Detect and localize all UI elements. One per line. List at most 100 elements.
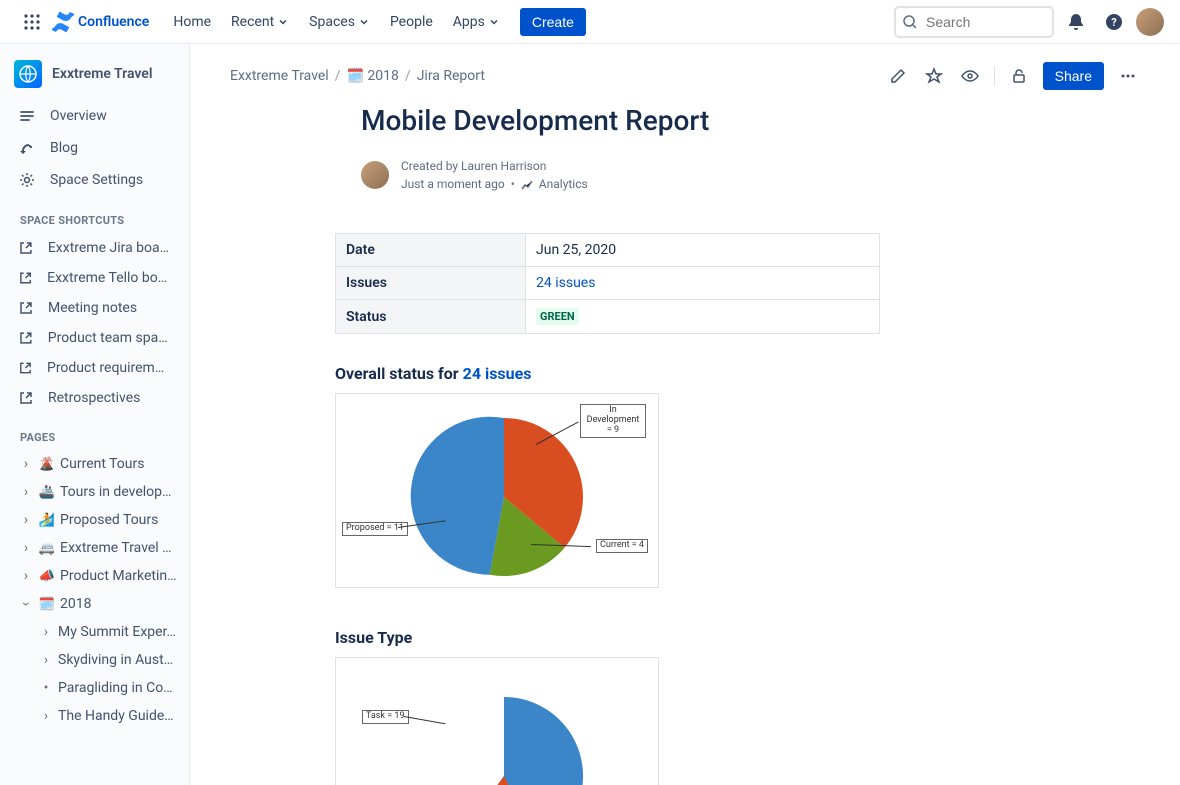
restrictions-icon[interactable] — [1007, 64, 1031, 88]
chevron-down-icon — [277, 16, 289, 28]
page-tours-dev[interactable]: › 🚢 Tours in develop… — [0, 478, 189, 506]
emoji-icon: 🏄 — [38, 513, 56, 528]
chevron-right-icon[interactable]: › — [18, 512, 34, 528]
shortcut-tello-board[interactable]: Exxtreme Tello board — [0, 263, 189, 293]
space-header[interactable]: Exxtreme Travel — [0, 44, 189, 100]
emoji-icon: 📣 — [38, 569, 56, 584]
page-actions: Share — [886, 62, 1140, 90]
page-exxtreme-travel[interactable]: › 🚐 Exxtreme Travel … — [0, 534, 189, 562]
pie-label-task: Task = 19 — [362, 710, 409, 724]
info-table: DateJun 25, 2020 Issues 24 issues StatusG… — [335, 233, 880, 334]
chevron-right-icon[interactable]: › — [18, 456, 34, 472]
shortcut-meeting-notes[interactable]: Meeting notes — [0, 293, 189, 323]
page-product-marketing[interactable]: › 📣 Product Marketin… — [0, 562, 189, 590]
crumb-space[interactable]: Exxtreme Travel — [230, 68, 329, 84]
bullet-icon: • — [38, 680, 54, 696]
byline-text: Created by Lauren Harrison Just a moment… — [401, 157, 588, 193]
emoji-icon: 🌋 — [38, 457, 56, 472]
chevron-right-icon[interactable]: › — [18, 568, 34, 584]
chevron-down-icon — [488, 16, 500, 28]
notification-icon[interactable] — [1060, 6, 1092, 38]
table-row: StatusGREEN — [336, 300, 880, 334]
page-2018[interactable]: › 🗓️ 2018 — [0, 590, 189, 618]
overall-status-heading: Overall status for 24 issues — [335, 364, 1035, 383]
sidebar-overview[interactable]: Overview — [0, 100, 189, 132]
gear-icon — [18, 171, 36, 189]
shortcut-retros[interactable]: Retrospectives — [0, 383, 189, 413]
page-header-row: Exxtreme Travel / 🗓️ 2018 / Jira Report … — [230, 62, 1140, 90]
external-link-icon — [18, 360, 33, 376]
chevron-right-icon[interactable]: › — [18, 484, 34, 500]
issues-link[interactable]: 24 issues — [536, 275, 595, 291]
shortcut-jira-board[interactable]: Exxtreme Jira board — [0, 233, 189, 263]
watch-icon[interactable] — [958, 64, 982, 88]
created-by: Created by Lauren Harrison — [401, 157, 588, 175]
page-proposed-tours[interactable]: › 🏄 Proposed Tours — [0, 506, 189, 534]
author-avatar[interactable] — [361, 161, 389, 189]
top-navigation: Confluence Home Recent Spaces People App… — [0, 0, 1180, 44]
confluence-logo[interactable]: Confluence — [52, 11, 149, 33]
nav-home[interactable]: Home — [165, 8, 219, 36]
shortcuts-label: SPACE SHORTCUTS — [0, 196, 189, 233]
svg-text:?: ? — [1111, 16, 1117, 29]
emoji-icon: 🗓️ — [38, 597, 56, 612]
breadcrumb: Exxtreme Travel / 🗓️ 2018 / Jira Report — [230, 68, 485, 84]
sidebar-blog[interactable]: Blog — [0, 132, 189, 164]
page-handy-guide[interactable]: › The Handy Guide… — [0, 702, 189, 730]
crumb-2018[interactable]: 🗓️ 2018 — [347, 68, 399, 84]
page-skydiving[interactable]: › Skydiving in Aust… — [0, 646, 189, 674]
nav-spaces[interactable]: Spaces — [301, 8, 378, 36]
more-icon[interactable] — [1116, 64, 1140, 88]
shortcut-product-req[interactable]: Product requiremen… — [0, 353, 189, 383]
page-current-tours[interactable]: › 🌋 Current Tours — [0, 450, 189, 478]
nav-recent[interactable]: Recent — [223, 8, 297, 36]
page-content: Mobile Development Report Created by Lau… — [335, 90, 1035, 785]
help-icon[interactable]: ? — [1098, 6, 1130, 38]
shortcut-product-team[interactable]: Product team space — [0, 323, 189, 353]
chevron-down-icon — [358, 16, 370, 28]
space-name: Exxtreme Travel — [52, 66, 152, 82]
overall-issues-link[interactable]: 24 issues — [463, 364, 532, 383]
user-avatar[interactable] — [1136, 8, 1164, 36]
main-content: Exxtreme Travel / 🗓️ 2018 / Jira Report … — [190, 44, 1180, 785]
sidebar-settings[interactable]: Space Settings — [0, 164, 189, 196]
topnav-left: Confluence Home Recent Spaces People App… — [16, 6, 586, 38]
date-value: Jun 25, 2020 — [526, 234, 880, 267]
pie-label-current: Current = 4 — [596, 539, 648, 553]
pie-label-proposed: Proposed = 11 — [342, 522, 408, 536]
edit-icon[interactable] — [886, 64, 910, 88]
external-link-icon — [18, 270, 33, 286]
sidebar: Exxtreme Travel Overview Blog Space Sett… — [0, 44, 190, 785]
blog-icon — [18, 139, 36, 157]
chevron-down-icon[interactable]: › — [18, 596, 34, 612]
create-button[interactable]: Create — [520, 8, 586, 36]
analytics-link[interactable]: Analytics — [539, 175, 588, 193]
byline: Created by Lauren Harrison Just a moment… — [361, 157, 1035, 193]
share-button[interactable]: Share — [1043, 62, 1104, 90]
nav-apps[interactable]: Apps — [445, 8, 508, 36]
status-label: Status — [336, 300, 526, 334]
page-summit-exp[interactable]: › My Summit Exper… — [0, 618, 189, 646]
chevron-right-icon[interactable]: › — [38, 708, 54, 724]
search-icon — [902, 14, 918, 30]
analytics-icon — [521, 178, 533, 190]
issues-label: Issues — [336, 267, 526, 300]
chevron-right-icon[interactable]: › — [38, 652, 54, 668]
date-label: Date — [336, 234, 526, 267]
external-link-icon — [18, 300, 34, 316]
search-input[interactable] — [894, 6, 1054, 38]
external-link-icon — [18, 330, 34, 346]
star-icon[interactable] — [922, 64, 946, 88]
chevron-right-icon[interactable]: › — [38, 624, 54, 640]
page-title: Mobile Development Report — [361, 104, 1035, 137]
page-paragliding[interactable]: • Paragliding in Co… — [0, 674, 189, 702]
overall-status-chart: Proposed = 11 In Development = 9 Current… — [335, 393, 659, 588]
topnav-right: ? — [894, 6, 1164, 38]
chevron-right-icon[interactable]: › — [18, 540, 34, 556]
app-switcher-icon[interactable] — [16, 6, 48, 38]
pages-label: PAGES — [0, 413, 189, 450]
crumb-jira-report[interactable]: Jira Report — [417, 68, 485, 84]
table-row: Issues 24 issues — [336, 267, 880, 300]
nav-people[interactable]: People — [382, 8, 441, 36]
timestamp: Just a moment ago — [401, 175, 505, 193]
